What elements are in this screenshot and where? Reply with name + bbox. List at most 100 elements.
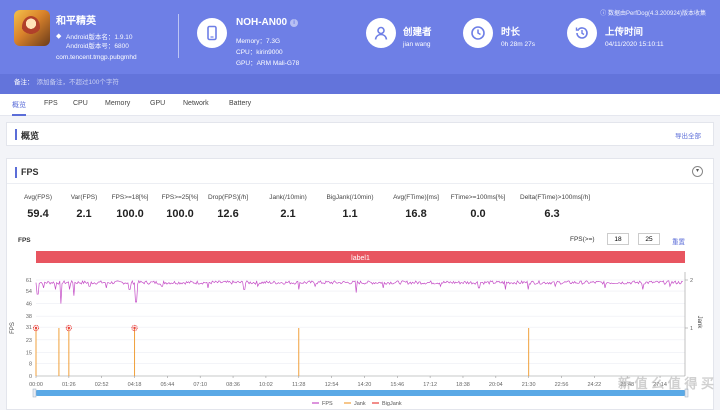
note-label: 备注： bbox=[14, 79, 34, 86]
x-tick-label: 27:14 bbox=[653, 382, 667, 388]
stat-value: 12.6 bbox=[217, 208, 239, 220]
x-tick-label: 20:04 bbox=[489, 382, 503, 388]
x-tick-label: 21:30 bbox=[522, 382, 536, 388]
chevron-down-icon[interactable]: ▾ bbox=[692, 166, 703, 177]
tab-network[interactable]: Network bbox=[183, 100, 209, 107]
y-tick-label: 0 bbox=[29, 374, 32, 380]
y-tick-label: 54 bbox=[26, 289, 32, 295]
tab-memory[interactable]: Memory bbox=[105, 100, 130, 107]
history-icon bbox=[567, 18, 597, 48]
x-tick-label: 15:46 bbox=[390, 382, 404, 388]
stat-label: Jank(/10min) bbox=[269, 194, 307, 201]
stat-value: 1.1 bbox=[342, 208, 358, 220]
x-tick-label: 12:54 bbox=[325, 382, 339, 388]
overview-title: 概览 bbox=[14, 129, 40, 141]
stat-item: Drop(FPS)[/h] 12.6 bbox=[196, 194, 260, 220]
y-tick-label: 23 bbox=[26, 338, 32, 344]
upload-time-value: 04/11/2020 15:10:11 bbox=[605, 41, 664, 48]
clock-icon bbox=[463, 18, 493, 48]
x-tick-label: 07:10 bbox=[193, 382, 207, 388]
device-cpu: CPU：kirin9000 bbox=[236, 49, 283, 56]
creator-label: 创建者 bbox=[403, 27, 432, 38]
app-package: com.tencent.tmgp.pubgmhd bbox=[56, 54, 137, 61]
tab-bar: 概览 FPS CPU Memory GPU Network Battery bbox=[0, 94, 720, 116]
tab-gpu[interactable]: GPU bbox=[150, 100, 165, 107]
range-slider-handle-left[interactable] bbox=[32, 388, 37, 398]
tab-fps[interactable]: FPS bbox=[44, 100, 58, 107]
stat-label: Avg(FTime)[ms] bbox=[393, 194, 439, 201]
bigjank-dot bbox=[34, 326, 38, 330]
bigjank-dot bbox=[133, 326, 136, 330]
overview-card: 概览 导出全部 bbox=[6, 122, 714, 146]
report-header: 和平精英 ◆ Android版本名：1.9.10 Android版本号：6800… bbox=[0, 0, 720, 74]
note-bar[interactable]: 备注： 添加备注，不超过100个字符 bbox=[0, 74, 720, 94]
x-tick-label: 04:18 bbox=[128, 382, 142, 388]
stat-label: FTime>=100ms[%] bbox=[450, 194, 506, 201]
y2-tick-label: 1 bbox=[690, 326, 693, 332]
fps-card-title: FPS bbox=[15, 167, 39, 178]
x-tick-label: 11:28 bbox=[292, 382, 305, 388]
fps-threshold-input-2[interactable] bbox=[638, 233, 660, 245]
stat-value: 0.0 bbox=[470, 208, 486, 220]
y2-tick-label: 2 bbox=[690, 278, 693, 284]
label-band-text: label1 bbox=[351, 255, 370, 262]
tab-cpu[interactable]: CPU bbox=[73, 100, 88, 107]
x-tick-label: 24:22 bbox=[587, 382, 601, 388]
user-icon bbox=[366, 18, 396, 48]
x-tick-label: 22:56 bbox=[555, 382, 569, 388]
stat-item: BigJank(/10min) 1.1 bbox=[318, 194, 382, 220]
stat-value: 16.8 bbox=[405, 208, 427, 220]
android-icon: ◆ bbox=[56, 33, 62, 40]
creator-value: jian wang bbox=[403, 41, 431, 48]
export-all-link[interactable]: 导出全部 bbox=[675, 130, 701, 140]
range-slider-track[interactable] bbox=[36, 390, 685, 396]
x-tick-label: 05:44 bbox=[160, 382, 174, 388]
reset-button[interactable]: 重置 bbox=[672, 236, 685, 246]
duration-value: 0h 28m 27s bbox=[501, 41, 535, 48]
stat-value: 2.1 bbox=[280, 208, 296, 220]
header-divider bbox=[178, 14, 179, 58]
stat-item: Jank(/10min) 2.1 bbox=[256, 194, 320, 220]
y-tick-label: 15 bbox=[26, 350, 32, 356]
legend-item[interactable]: BigJank bbox=[382, 401, 402, 407]
fps-threshold-input-1[interactable] bbox=[607, 233, 629, 245]
y-tick-label: 46 bbox=[26, 302, 32, 308]
stat-item: Delta(FTime)>100ms[/h] 6.3 bbox=[520, 194, 590, 220]
legend-item[interactable]: FPS bbox=[322, 401, 333, 407]
game-app-icon bbox=[14, 10, 50, 46]
stat-item: FTime>=100ms[%] 0.0 bbox=[446, 194, 510, 220]
tab-overview[interactable]: 概览 bbox=[12, 100, 26, 116]
y2-axis-title: Jank bbox=[696, 316, 702, 330]
stat-item: Avg(FTime)[ms] 16.8 bbox=[384, 194, 448, 220]
y-tick-label: 31 bbox=[26, 325, 32, 331]
range-slider-handle-right[interactable] bbox=[684, 388, 689, 398]
x-tick-label: 00:00 bbox=[29, 382, 43, 388]
stat-label: BigJank(/10min) bbox=[326, 194, 374, 201]
device-memory: Memory：7.3G bbox=[236, 38, 281, 45]
device-name: NOH-AN00 i bbox=[236, 17, 299, 28]
y-tick-label: 8 bbox=[29, 361, 32, 367]
app-version-code: Android版本号：6800 bbox=[66, 43, 129, 50]
y-axis-title: FPS bbox=[10, 322, 16, 334]
chart-label: FPS bbox=[18, 237, 31, 244]
app-name: 和平精英 bbox=[56, 16, 96, 27]
phone-icon bbox=[197, 18, 227, 48]
x-tick-label: 17:12 bbox=[423, 382, 437, 388]
note-input[interactable]: 添加备注，不超过100个字符 bbox=[37, 79, 119, 86]
x-tick-label: 02:52 bbox=[95, 382, 109, 388]
bigjank-dot bbox=[67, 326, 71, 330]
x-tick-label: 18:38 bbox=[456, 382, 470, 388]
x-tick-label: 14:20 bbox=[358, 382, 372, 388]
tab-battery[interactable]: Battery bbox=[229, 100, 251, 107]
y-tick-label: 38 bbox=[26, 314, 32, 320]
fps-chart[interactable]: label1 61 54 46 38 31 23 15 8 0 2 1 FPS Jank 00:00 01:2… bbox=[0, 248, 720, 410]
stat-label: Drop(FPS)[/h] bbox=[207, 194, 249, 201]
x-tick-label: 01:26 bbox=[62, 382, 76, 388]
x-tick-label: 08:36 bbox=[226, 382, 240, 388]
fps-series-line bbox=[35, 279, 683, 304]
device-gpu: GPU：ARM Mali-G78 bbox=[236, 60, 300, 67]
legend-item[interactable]: Jank bbox=[354, 401, 366, 407]
device-info-icon[interactable]: i bbox=[290, 19, 299, 27]
upload-time-label: 上传时间 bbox=[605, 27, 644, 38]
stat-value: 6.3 bbox=[544, 208, 560, 220]
